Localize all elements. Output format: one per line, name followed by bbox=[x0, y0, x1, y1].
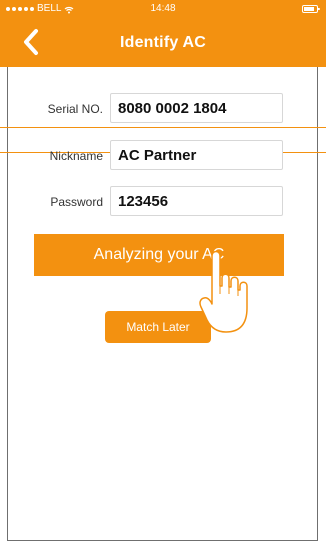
nickname-label: Nickname bbox=[49, 149, 103, 163]
serial-input[interactable] bbox=[110, 93, 283, 123]
status-time: 14:48 bbox=[150, 3, 176, 14]
nickname-input[interactable] bbox=[110, 140, 283, 170]
nickname-row: Nickname bbox=[0, 140, 326, 174]
password-label: Password bbox=[50, 195, 103, 209]
match-later-button[interactable]: Match Later bbox=[105, 311, 211, 343]
frame-right-border bbox=[317, 67, 318, 541]
password-input[interactable] bbox=[110, 186, 283, 216]
frame-bottom-border bbox=[7, 540, 318, 541]
identify-ac-screen: BELL 14:48 Identify AC Serial NO. Nickna… bbox=[0, 0, 326, 542]
page-title: Identify AC bbox=[119, 34, 207, 51]
analyze-ac-button[interactable]: Analyzing your AC bbox=[34, 234, 284, 276]
password-row: Password bbox=[0, 186, 326, 220]
frame-left-border bbox=[7, 67, 8, 541]
status-bar: BELL 14:48 bbox=[0, 0, 326, 20]
serial-label: Serial NO. bbox=[47, 102, 103, 116]
top-bar: BELL 14:48 Identify AC bbox=[0, 0, 326, 67]
orange-guide-line bbox=[0, 127, 326, 128]
serial-row: Serial NO. bbox=[0, 93, 326, 127]
battery-icon bbox=[302, 5, 320, 13]
